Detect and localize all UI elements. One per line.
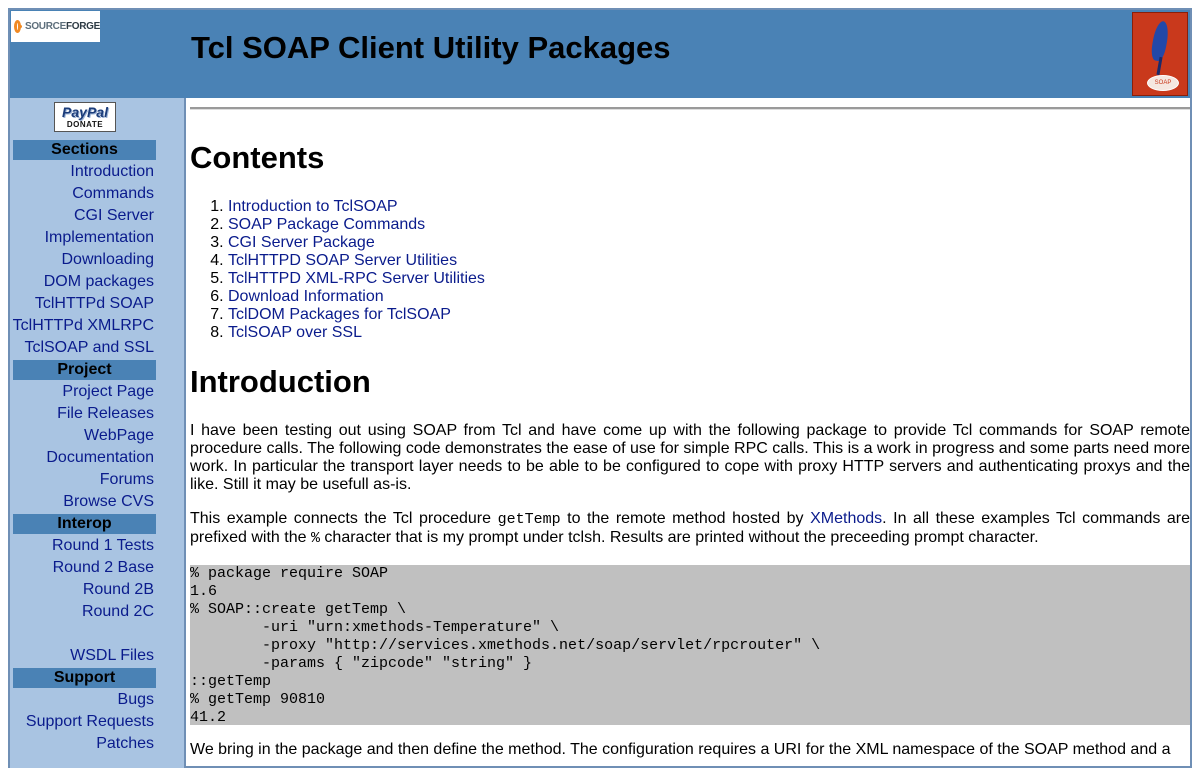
sidebar-item-introduction[interactable]: Introduction [70,161,154,183]
paypal-word: PayPal [62,104,108,120]
sidebar-item-tclsoap-ssl[interactable]: TclSOAP and SSL [24,337,154,359]
introduction-paragraph: I have been testing out using SOAP from … [190,422,1190,493]
tcl-feather-logo: SOAP [1132,12,1188,96]
sidebar-item-support-requests[interactable]: Support Requests [26,711,154,733]
inline-code-gettemp: getTemp [497,511,561,528]
code-example-block: % package require SOAP 1.6 % SOAP::creat… [190,565,1190,726]
toc-item: TclHTTPD SOAP Server Utilities [228,252,485,270]
horizontal-rule [190,107,1190,110]
toc-link-commands[interactable]: SOAP Package Commands [228,216,425,233]
toc-link-download[interactable]: Download Information [228,288,384,305]
sidebar-item-file-releases[interactable]: File Releases [57,403,154,425]
sidebar-item-round2c[interactable]: Round 2C [82,601,154,623]
toc-link-cgi-server[interactable]: CGI Server Package [228,234,375,251]
toc-link-tcldom[interactable]: TclDOM Packages for TclSOAP [228,306,451,323]
toc-item: SOAP Package Commands [228,216,485,234]
sidebar-section-sections: Sections [13,140,156,160]
inline-code-prompt: % [310,530,320,547]
sidebar-section-project: Project [13,360,156,380]
paypal-donate-button[interactable]: PayPal DONATE [54,102,116,132]
page-frame: SOURCE FORGE Tcl SOAP Client Utility Pack… [8,8,1192,768]
toc-item: Download Information [228,288,485,306]
sidebar-section-support: Support [13,668,156,688]
table-of-contents: Introduction to TclSOAP SOAP Package Com… [190,198,485,342]
introduction-heading: Introduction [190,364,371,399]
example-text-4: character that is my prompt under tclsh.… [319,529,1039,546]
page-title: Tcl SOAP Client Utility Packages [191,30,671,65]
paypal-donate-label: DONATE [66,120,104,129]
toc-link-ssl[interactable]: TclSOAP over SSL [228,324,362,341]
sidebar-item-project-page[interactable]: Project Page [62,381,154,403]
toc-link-tclhttpd-xmlrpc[interactable]: TclHTTPD XML-RPC Server Utilities [228,270,485,287]
contents-heading: Contents [190,140,325,175]
explanation-paragraph: We bring in the package and then define … [190,741,1171,758]
sidebar-section-interop: Interop [13,514,156,534]
feather-icon [1149,20,1171,62]
sidebar-item-documentation[interactable]: Documentation [46,447,154,469]
toc-item: CGI Server Package [228,234,485,252]
sidebar-item-round1-tests[interactable]: Round 1 Tests [52,535,154,557]
toc-item: Introduction to TclSOAP [228,198,485,216]
example-text-1: This example connects the Tcl procedure [190,510,498,527]
sidebar-item-dom-packages[interactable]: DOM packages [44,271,154,293]
example-paragraph: This example connects the Tcl procedure … [190,510,1190,548]
toc-link-introduction[interactable]: Introduction to TclSOAP [228,198,398,215]
sidebar-item-tclhttpd-soap[interactable]: TclHTTPd SOAP [35,293,154,315]
main-content: Contents Introduction to TclSOAP SOAP Pa… [188,98,1190,768]
sidebar-item-browse-cvs[interactable]: Browse CVS [63,491,154,513]
toc-item: TclDOM Packages for TclSOAP [228,306,485,324]
tcl-badge: SOAP [1147,75,1179,91]
sourceforge-logo-text-2: FORGE [65,21,100,32]
sidebar-item-round2b[interactable]: Round 2B [83,579,154,601]
sourceforge-logo[interactable]: SOURCE FORGE [11,11,100,42]
toc-item: TclHTTPD XML-RPC Server Utilities [228,270,485,288]
sidebar-item-tclhttpd-xmlrpc[interactable]: TclHTTPd XMLRPC [13,315,154,337]
toc-item: TclSOAP over SSL [228,324,485,342]
xmethods-link[interactable]: XMethods [810,510,882,527]
toc-link-tclhttpd-soap[interactable]: TclHTTPD SOAP Server Utilities [228,252,457,269]
example-text-2: to the remote method hosted by [560,510,811,527]
sourceforge-logo-text-1: SOURCE [24,21,66,32]
sidebar-item-webpage[interactable]: WebPage [84,425,154,447]
sidebar-item-implementation[interactable]: Implementation [45,227,154,249]
sidebar-item-round2-base[interactable]: Round 2 Base [53,557,154,579]
sidebar-item-patches[interactable]: Patches [96,733,154,755]
header-banner: SOURCE FORGE Tcl SOAP Client Utility Pack… [10,10,1190,98]
sidebar-item-cgi-server[interactable]: CGI Server [74,205,154,227]
sourceforge-icon [14,20,22,33]
sidebar-item-downloading[interactable]: Downloading [61,249,154,271]
sidebar-item-bugs[interactable]: Bugs [118,689,154,711]
sidebar-item-forums[interactable]: Forums [100,469,154,491]
sidebar: PayPal DONATE Sections Introduction Comm… [10,98,186,768]
sidebar-item-wsdl-files[interactable]: WSDL Files [70,645,154,667]
sidebar-item-commands[interactable]: Commands [72,183,154,205]
